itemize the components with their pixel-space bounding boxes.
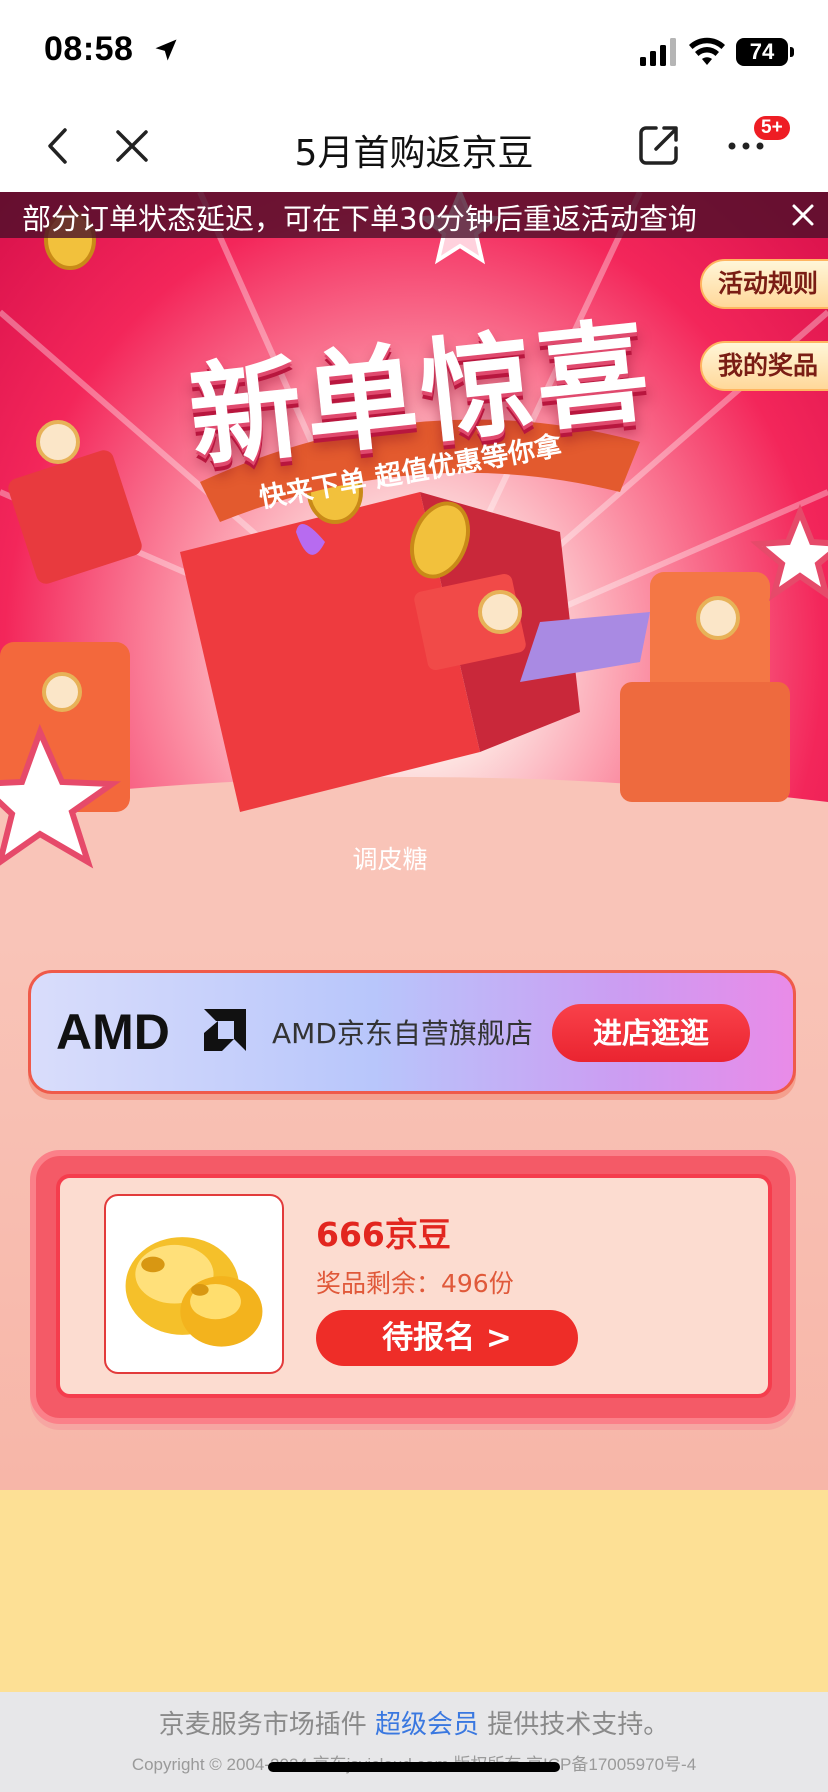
footer-prefix: 京麦服务市场插件 — [158, 1710, 375, 1740]
amd-logo: AMD — [56, 1004, 246, 1059]
page-title: 5月首购返京豆 — [294, 133, 534, 174]
activity-rules-button[interactable]: 活动规则 — [700, 259, 828, 309]
wifi-icon — [689, 37, 725, 65]
my-prizes-button[interactable]: 我的奖品 — [700, 341, 828, 391]
prize-name: 666京豆 — [316, 1215, 451, 1254]
super-member-link[interactable]: 超级会员 — [375, 1710, 479, 1740]
status-bar: 08:58 74 — [0, 0, 828, 100]
signal-icon — [640, 38, 676, 66]
notice-close-icon[interactable] — [790, 202, 816, 228]
hero-caption: 调皮糖 — [352, 845, 428, 874]
register-button[interactable]: 待报名 > — [316, 1310, 578, 1366]
prize-remaining: 奖品剩余：496份 — [316, 1269, 514, 1298]
amd-logo-text: AMD — [56, 1004, 170, 1059]
footer-suffix: 提供技术支持。 — [479, 1710, 670, 1740]
location-arrow-icon — [155, 39, 177, 61]
notice-text: 部分订单状态延迟，可在下单30分钟后重返活动查询 — [22, 202, 697, 236]
battery-indicator: 74 — [736, 38, 794, 66]
hero-banner: 新单惊喜 快来下单 超值优惠等你拿 调皮糖 — [0, 192, 828, 932]
visit-store-button[interactable]: 进店逛逛 — [552, 1004, 750, 1062]
close-icon[interactable] — [112, 124, 152, 168]
jd-bean-image — [104, 1194, 284, 1374]
share-icon[interactable] — [636, 122, 682, 168]
home-indicator — [268, 1762, 560, 1772]
store-name: AMD京东自营旗舰店 — [272, 1017, 533, 1050]
status-time: 08:58 — [44, 30, 134, 68]
back-icon[interactable] — [38, 124, 78, 168]
notice-bar: 部分订单状态延迟，可在下单30分钟后重返活动查询 — [0, 192, 828, 238]
notification-badge: 5+ — [752, 114, 792, 142]
nav-bar: 5月首购返京豆 5+ — [0, 100, 828, 192]
hero-illustration — [0, 192, 828, 932]
footer-support-text: 京麦服务市场插件 超级会员 提供技术支持。 — [0, 1704, 828, 1741]
jd-bean-illustration — [125, 1237, 263, 1347]
